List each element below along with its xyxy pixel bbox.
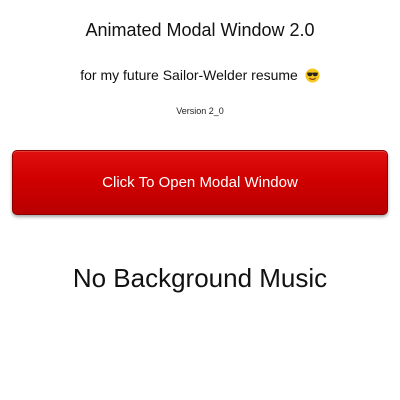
page: Animated Modal Window 2.0 for my future … (0, 0, 400, 400)
version-label: Version 2_0 (176, 106, 224, 116)
smiling-face-with-sunglasses-icon (305, 68, 320, 83)
page-title: Animated Modal Window 2.0 (85, 20, 315, 40)
open-modal-button[interactable]: Click To Open Modal Window (12, 150, 388, 215)
subtitle-text: for my future Sailor-Welder resume (80, 67, 298, 83)
music-status-text: No Background Music (72, 263, 328, 293)
page-subtitle: for my future Sailor-Welder resume (0, 65, 400, 85)
